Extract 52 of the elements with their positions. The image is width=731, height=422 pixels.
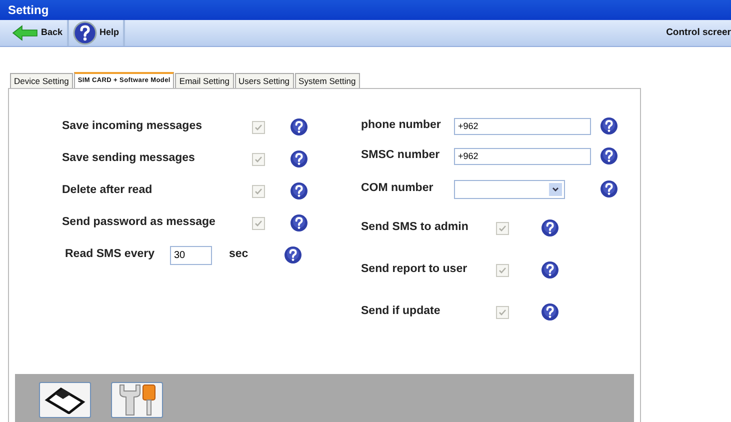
checkbox[interactable] — [252, 120, 265, 134]
help-icon[interactable] — [290, 118, 308, 136]
toolbar-button[interactable]: Help — [68, 20, 126, 46]
checkmark-icon — [498, 224, 507, 232]
setting-label: SMSC number — [361, 148, 441, 164]
text-field[interactable]: +962 — [454, 118, 591, 134]
tab[interactable]: Device Setting — [10, 73, 73, 88]
toolbar-button[interactable]: Back — [8, 20, 69, 46]
toolbar-button[interactable] — [39, 382, 91, 418]
checkbox[interactable] — [496, 306, 509, 318]
checkmark-icon — [498, 266, 507, 274]
checkmark-icon — [254, 186, 263, 196]
chevron-down-icon — [549, 182, 562, 196]
setting-label: Send password as message — [62, 215, 216, 230]
help-icon[interactable] — [600, 117, 618, 135]
help-icon[interactable] — [284, 246, 302, 264]
setting-label: COM number — [361, 181, 434, 196]
setting-label: Read SMS every — [65, 247, 156, 262]
text-field[interactable]: +962 — [454, 148, 591, 164]
setting-label: Save sending messages — [62, 151, 196, 166]
tab[interactable]: Users Setting — [234, 73, 294, 88]
setting-label: Send if update — [361, 304, 442, 320]
help-icon[interactable] — [600, 180, 618, 198]
checkmark-icon — [254, 122, 263, 132]
help-icon[interactable] — [541, 219, 559, 237]
checkbox[interactable] — [252, 152, 265, 166]
checkmark-icon — [254, 218, 263, 228]
help-icon — [72, 21, 97, 45]
setting-label: Delete after read — [62, 183, 154, 198]
checkmark-icon — [498, 308, 507, 316]
checkmark-icon — [254, 154, 263, 164]
help-icon[interactable] — [290, 150, 308, 168]
setting-label: Send report to user — [361, 262, 468, 278]
help-icon[interactable] — [541, 303, 559, 321]
setting-label: phone number — [361, 118, 442, 134]
checkbox[interactable] — [252, 216, 265, 230]
help-icon[interactable] — [290, 214, 308, 232]
tab[interactable]: Email Setting — [175, 73, 234, 88]
help-icon[interactable] — [541, 261, 559, 279]
checkbox[interactable] — [252, 184, 265, 198]
interval-field[interactable]: 30 — [170, 246, 212, 264]
arrow-left-icon — [12, 25, 38, 41]
checkbox[interactable] — [496, 222, 509, 234]
screen-title: Control screer — [666, 26, 731, 40]
help-icon[interactable] — [600, 147, 618, 165]
setting-label: Save incoming messages — [62, 119, 203, 134]
checkbox[interactable] — [496, 264, 509, 276]
help-icon[interactable] — [290, 182, 308, 200]
unit-label: sec — [229, 247, 250, 262]
setting-label: Send SMS to admin — [361, 220, 470, 236]
tab[interactable]: System Setting — [294, 73, 360, 88]
window-title: Setting — [8, 2, 49, 19]
